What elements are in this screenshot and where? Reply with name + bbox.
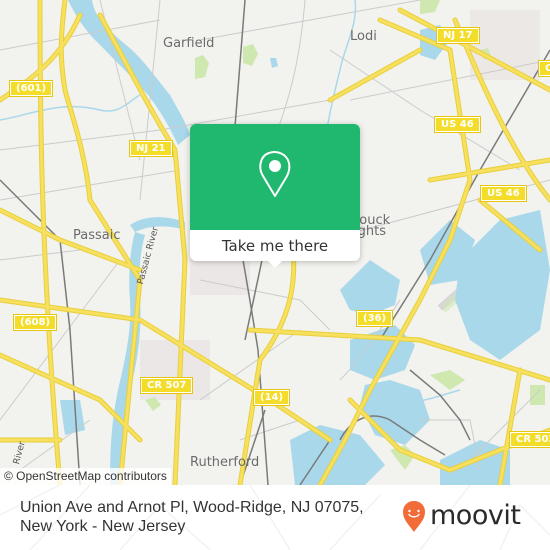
- road-shield-us46: US 46: [434, 116, 481, 133]
- place-label-rutherford: Rutherford: [190, 455, 260, 470]
- road-shield-cr507: CR 507: [139, 377, 194, 394]
- take-me-there-button[interactable]: Take me there: [190, 230, 360, 261]
- moovit-logo[interactable]: moovit: [401, 499, 521, 533]
- moovit-pin-icon: [403, 501, 425, 532]
- map-pin-icon: [259, 151, 291, 197]
- road-shield-partial: C: [537, 60, 550, 77]
- road-shield-14: (14): [252, 389, 291, 406]
- footer: Union Ave and Arnot Pl, Wood-Ridge, NJ 0…: [0, 485, 550, 550]
- road-shield-cr503: CR 503: [508, 431, 550, 448]
- place-label-lodi: Lodi: [350, 29, 377, 44]
- road-shield-nj17: NJ 17: [436, 27, 480, 44]
- popup-header: [190, 124, 360, 230]
- place-label-garfield: Garfield: [163, 36, 215, 51]
- road-shield-36: (36): [355, 310, 394, 327]
- place-label-passaic: Passaic: [73, 228, 121, 243]
- road-shield-nj21: NJ 21: [129, 140, 173, 157]
- map-attribution[interactable]: © OpenStreetMap contributors: [0, 468, 171, 485]
- map-view[interactable]: Garfield Lodi Passaic brouck eights Ruthe…: [0, 0, 550, 485]
- road-shield-601: (601): [8, 80, 54, 97]
- moovit-wordmark: moovit: [430, 500, 521, 531]
- road-shield-608: (608): [12, 314, 58, 331]
- address-text: Union Ave and Arnot Pl, Wood-Ridge, NJ 0…: [20, 499, 364, 535]
- road-shield-us46-2: US 46: [480, 185, 527, 202]
- land-industrial: [190, 255, 250, 295]
- popup-tail: [268, 261, 282, 268]
- location-popup: Take me there: [190, 124, 360, 268]
